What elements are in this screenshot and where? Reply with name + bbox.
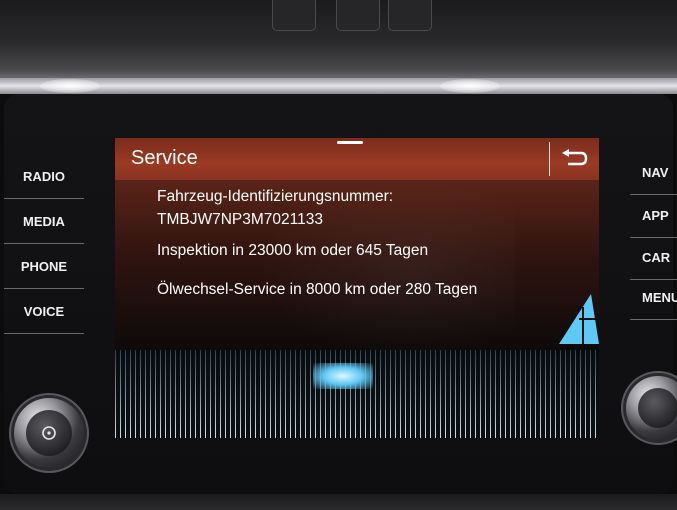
power-icon <box>26 410 72 456</box>
menu-button-label: MENU <box>642 290 677 305</box>
phone-button-label: PHONE <box>20 258 68 274</box>
inspection-text: Inspektion in 23000 km oder 645 Tagen <box>157 242 429 259</box>
menu-button[interactable]: MENU <box>630 276 677 320</box>
nav-button-label: NAV <box>642 165 669 180</box>
back-arrow-icon <box>562 149 588 166</box>
header-bar: Service <box>115 138 599 180</box>
volume-knob[interactable] <box>14 398 84 468</box>
vent-slot <box>388 0 432 31</box>
vin-label: Fahrzeug-Identifizierungsnummer: <box>157 188 394 205</box>
phone-button[interactable]: PHONE <box>4 244 84 289</box>
triangle-marker-icon <box>559 294 599 344</box>
lower-trim <box>0 494 677 510</box>
media-button-label: MEDIA <box>23 213 65 229</box>
voice-button[interactable]: VOICE <box>4 289 84 334</box>
vin-value: TMBJW7NP3M7021133 <box>157 211 323 228</box>
display-screen: Service Fahrzeug-Identifizierungsnummer:… <box>115 138 599 438</box>
vent-slot <box>336 0 380 31</box>
app-button-label: APP <box>642 208 669 223</box>
car-button-label: CAR <box>642 250 671 265</box>
center-glow <box>313 363 373 389</box>
radio-button[interactable]: RADIO <box>4 154 84 199</box>
media-button[interactable]: MEDIA <box>4 199 84 244</box>
app-button[interactable]: APP <box>630 194 677 238</box>
vent-slot <box>272 0 316 31</box>
page-title: Service <box>131 147 198 169</box>
chrome-trim <box>0 78 677 94</box>
voice-button-label: VOICE <box>23 303 65 319</box>
dashboard-trim <box>0 0 677 78</box>
radio-button-label: RADIO <box>23 168 65 184</box>
nav-button[interactable]: NAV <box>630 151 677 195</box>
car-button[interactable]: CAR <box>630 236 677 280</box>
drag-handle[interactable] <box>337 141 363 144</box>
oil-service-text: Ölwechsel-Service in 8000 km oder 280 Ta… <box>157 281 478 298</box>
back-button[interactable] <box>549 142 598 176</box>
